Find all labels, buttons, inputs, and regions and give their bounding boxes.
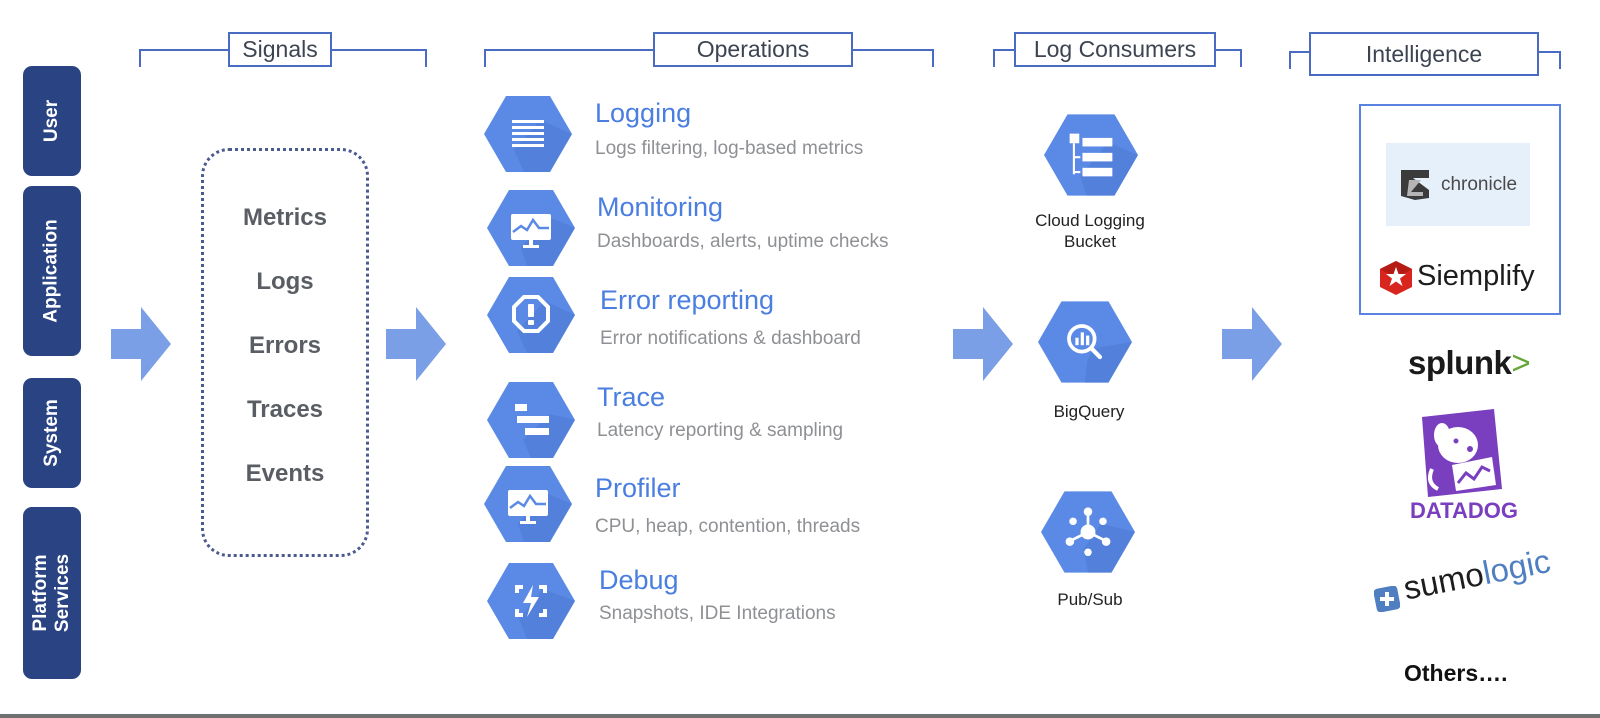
operation-title-error-reporting: Error reporting — [600, 285, 775, 315]
flow-arrow-icon — [1222, 307, 1282, 381]
pubsub-icon — [1041, 491, 1135, 573]
datadog-logo: DATADOG — [1410, 498, 1518, 523]
consumer-label-pubsub: Pub/Sub — [1057, 590, 1123, 609]
signal-events: Events — [245, 460, 325, 487]
datadog-icon — [1422, 409, 1502, 497]
consumer-label-cloud-logging-bucket: Cloud Logging Bucket — [1035, 211, 1145, 251]
siemplify-logo: Siemplify — [1417, 260, 1535, 292]
layer-user: User — [23, 66, 81, 176]
signals-box: Metrics Logs Errors Traces Events — [201, 148, 369, 557]
splunk-text: splunk — [1408, 344, 1512, 381]
layer-label: User — [41, 99, 62, 143]
sumologic-plus-icon — [1374, 586, 1400, 612]
intelligence-header: Intelligence — [1309, 32, 1539, 76]
logging-icon — [484, 96, 572, 172]
error-reporting-icon — [487, 277, 575, 353]
bottom-border — [0, 714, 1600, 718]
layer-application: Application — [23, 186, 81, 356]
operations-header: Operations — [653, 32, 853, 67]
operation-title-monitoring: Monitoring — [597, 192, 724, 222]
signal-metrics: Metrics — [242, 204, 328, 231]
operation-desc-profiler: CPU, heap, contention, threads — [595, 516, 861, 537]
sumologic-logo: sumologic — [1400, 542, 1553, 608]
operation-title-debug: Debug — [599, 565, 679, 595]
layer-label: Platform Services — [30, 553, 73, 633]
sumologic-text-a: sumo — [1400, 554, 1487, 607]
signals-header: Signals — [228, 32, 332, 67]
monitoring-icon — [487, 190, 575, 266]
flow-arrow-icon — [386, 307, 446, 381]
log-consumers-header: Log Consumers — [1014, 32, 1216, 67]
flow-arrow-icon — [111, 307, 171, 381]
trace-icon — [487, 382, 575, 458]
chronicle-icon — [1400, 169, 1429, 200]
signal-errors: Errors — [248, 332, 322, 359]
operation-desc-debug: Snapshots, IDE Integrations — [599, 603, 836, 624]
sumologic-text-b: logic — [1479, 541, 1554, 592]
splunk-chevron: > — [1511, 344, 1531, 381]
flow-arrow-icon — [953, 307, 1013, 381]
signal-logs: Logs — [256, 268, 314, 295]
layer-system: System — [23, 378, 81, 488]
layer-platform-services: Platform Services — [23, 507, 81, 679]
splunk-logo: splunk> — [1408, 344, 1531, 382]
operation-desc-monitoring: Dashboards, alerts, uptime checks — [597, 231, 889, 252]
others-label: Others…. — [1404, 660, 1508, 686]
chronicle-logo: chronicle — [1386, 143, 1530, 226]
operation-title-logging: Logging — [595, 98, 692, 128]
chronicle-text: chronicle — [1440, 173, 1518, 195]
profiler-icon — [484, 466, 572, 542]
siemplify-icon — [1380, 261, 1412, 295]
layer-label: Application — [41, 219, 63, 323]
operation-desc-logging: Logs filtering, log-based metrics — [595, 138, 864, 159]
signal-traces: Traces — [246, 396, 324, 423]
operation-title-profiler: Profiler — [595, 473, 681, 503]
operation-title-trace: Trace — [597, 382, 666, 412]
consumer-label-bigquery: BigQuery — [1053, 402, 1125, 421]
cloud-logging-bucket-icon — [1044, 114, 1138, 196]
debug-icon — [487, 563, 575, 639]
operation-desc-error-reporting: Error notifications & dashboard — [600, 328, 861, 349]
operation-desc-trace: Latency reporting & sampling — [597, 420, 844, 441]
bigquery-icon — [1038, 301, 1132, 383]
layer-label: System — [41, 399, 63, 467]
